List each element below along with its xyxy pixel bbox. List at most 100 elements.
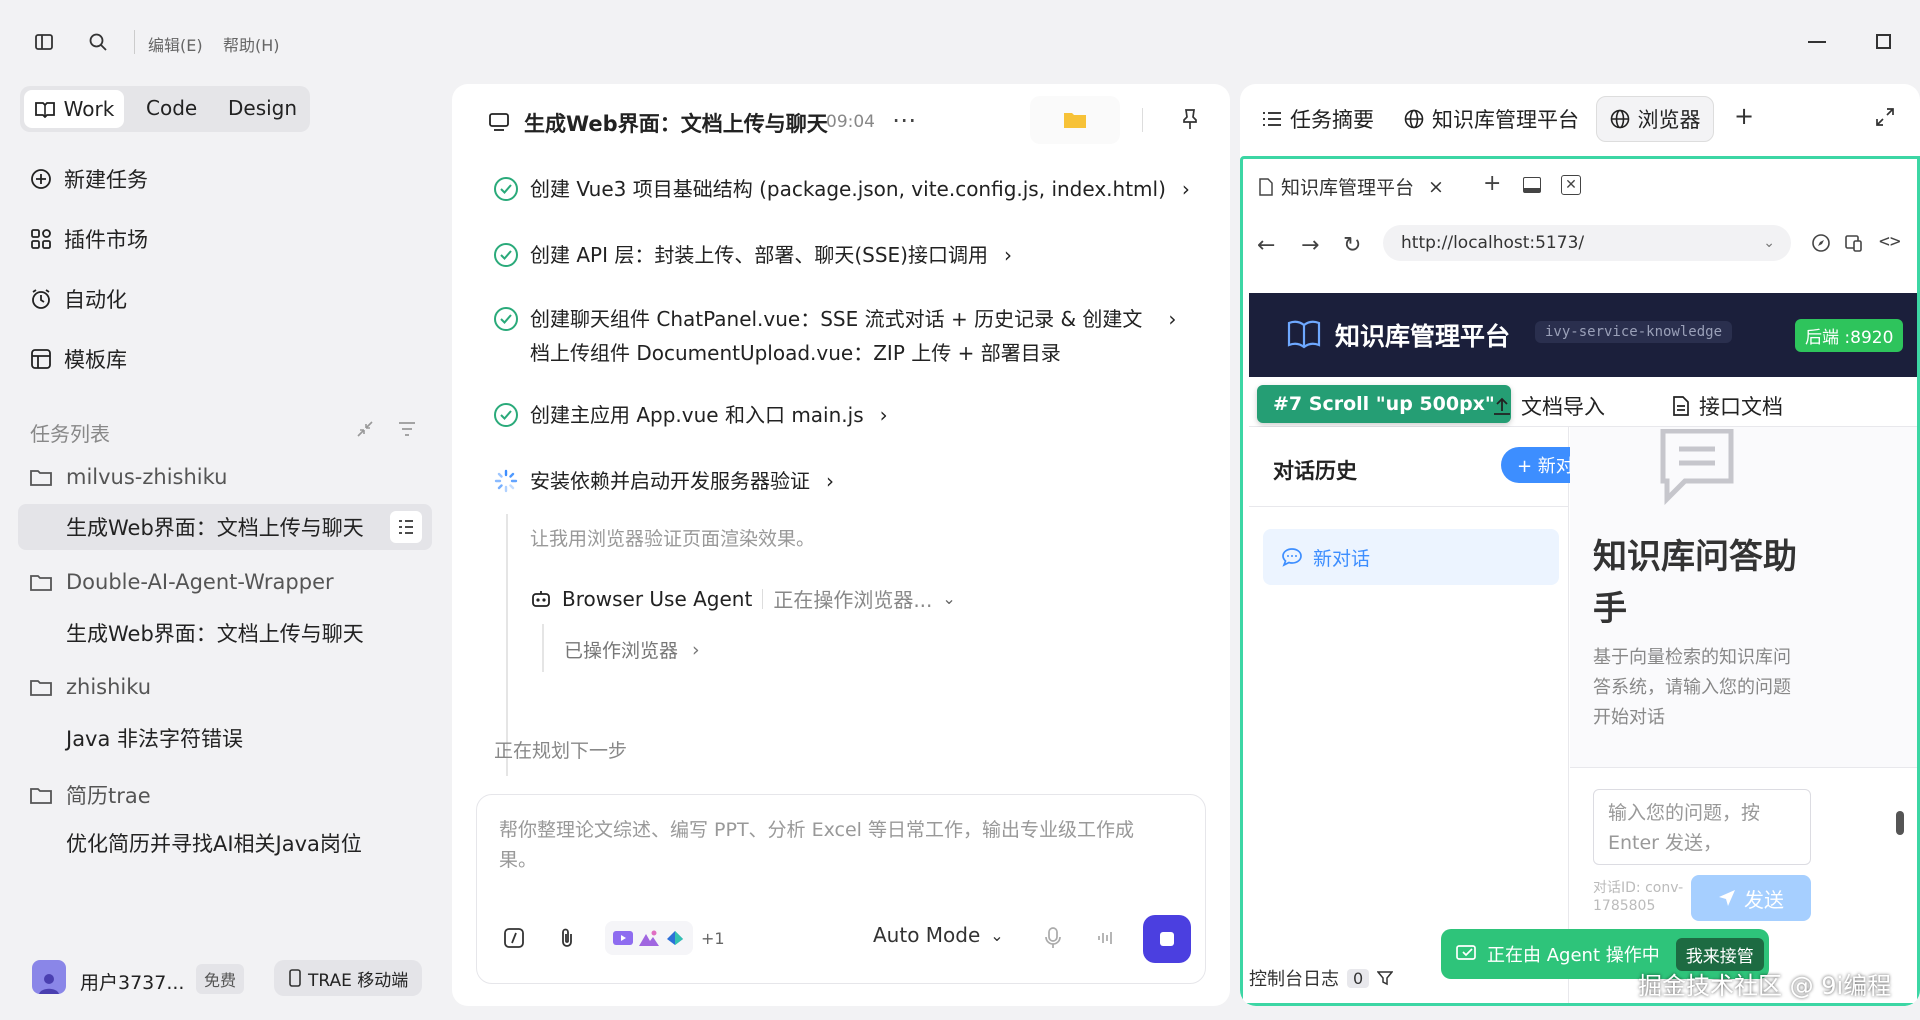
agent-screen-icon xyxy=(1455,944,1477,964)
chevron-right-icon: › xyxy=(692,638,700,661)
forward-icon[interactable]: → xyxy=(1301,233,1319,258)
book-icon xyxy=(34,100,56,118)
new-tab-icon[interactable]: + xyxy=(1483,171,1501,196)
expand-icon[interactable] xyxy=(1876,108,1894,126)
step-item[interactable]: 创建 Vue3 项目基础结构 (package.json, vite.confi… xyxy=(494,172,1190,206)
globe-icon xyxy=(1404,109,1424,129)
tab-layout-icon[interactable] xyxy=(1523,177,1541,193)
send-button[interactable]: 发送 xyxy=(1691,875,1811,921)
agent-row[interactable]: Browser Use Agent 正在操作浏览器... ⌄ xyxy=(530,584,956,613)
folder-item[interactable]: Double-AI-Agent-Wrapper xyxy=(30,570,334,594)
task-outline-icon[interactable] xyxy=(390,511,422,543)
mode-select[interactable]: Auto Mode ⌄ xyxy=(873,923,1004,947)
task-item-active[interactable]: 生成Web界面：文档上传与聊天 xyxy=(18,504,432,550)
check-circle-icon xyxy=(494,403,518,427)
template-library-item[interactable]: 模板库 xyxy=(30,344,127,374)
embedded-browser: 知识库管理平台 × + ✕ ← → ↻ http://localhost:517… xyxy=(1240,156,1920,1006)
document-icon xyxy=(1673,396,1689,416)
chevron-right-icon: › xyxy=(1181,177,1190,201)
add-tab-icon[interactable]: + xyxy=(1734,102,1754,130)
menu-divider xyxy=(134,30,135,54)
agent-done-row[interactable]: 已操作浏览器 › xyxy=(564,636,700,663)
browser-tab[interactable]: 知识库管理平台 × xyxy=(1259,173,1444,200)
mode-code-tab[interactable]: Code xyxy=(146,96,197,120)
tools-more-count[interactable]: +1 xyxy=(701,929,725,948)
search-icon[interactable] xyxy=(88,32,108,52)
compass-icon[interactable] xyxy=(1811,233,1831,253)
upload-icon xyxy=(1493,397,1511,415)
automation-item[interactable]: 自动化 xyxy=(30,284,127,314)
tab-close-all-icon[interactable]: ✕ xyxy=(1561,175,1581,195)
tools-group[interactable] xyxy=(605,921,693,955)
agent-thread-line xyxy=(542,624,544,672)
plugin-market-item[interactable]: 插件市场 xyxy=(30,224,148,254)
stop-button[interactable] xyxy=(1143,915,1191,963)
console-log[interactable]: 控制台日志 0 xyxy=(1249,965,1394,991)
task-item[interactable]: Java 非法字符错误 xyxy=(18,715,432,761)
collapse-icon[interactable] xyxy=(354,418,376,440)
voice-wave-icon[interactable] xyxy=(1097,929,1115,947)
pin-icon[interactable] xyxy=(1180,108,1200,130)
mode-design-tab[interactable]: Design xyxy=(228,96,297,120)
step-item-running[interactable]: 安装依赖并启动开发服务器验证 › xyxy=(494,464,834,498)
new-task-item[interactable]: 新建任务 xyxy=(30,164,148,194)
avatar[interactable] xyxy=(32,960,66,994)
folder-item[interactable]: zhishiku xyxy=(30,675,151,699)
mode-work-tab[interactable]: Work xyxy=(24,90,124,128)
question-input[interactable]: 输入您的问题，按 Enter 发送， xyxy=(1593,789,1811,865)
history-title: 对话历史 xyxy=(1273,459,1357,483)
folder-icon xyxy=(30,678,52,696)
chat-input-box: 帮你整理论文综述、编写 PPT、分析 Excel 等日常工作，输出专业级工作成果… xyxy=(476,794,1206,984)
app-title: 知识库管理平台 xyxy=(1335,322,1511,351)
chat-title: 生成Web界面：文档上传与聊天 xyxy=(524,112,828,136)
history-item[interactable]: 新对话 xyxy=(1263,529,1559,585)
minimize-icon[interactable] xyxy=(1808,41,1826,43)
phone-icon xyxy=(288,969,302,987)
preview-panel: 任务摘要 知识库管理平台 浏览器 + 知识库管理平台 × + ✕ ← → ↻ h… xyxy=(1240,84,1920,1006)
sidebar-toggle-icon[interactable] xyxy=(34,32,54,52)
chat-title-icon xyxy=(488,112,510,132)
address-bar[interactable]: http://localhost:5173/ ⌄ xyxy=(1383,225,1791,261)
task-item[interactable]: 生成Web界面：文档上传与聊天 xyxy=(18,610,432,656)
folder-icon xyxy=(30,573,52,591)
filter-icon[interactable] xyxy=(1377,970,1394,986)
folder-item[interactable]: milvus-zhishiku xyxy=(30,465,227,489)
step-item[interactable]: 创建主应用 App.vue 和入口 main.js › xyxy=(494,398,888,432)
close-tab-icon[interactable]: × xyxy=(1428,176,1444,198)
step-item[interactable]: 创建 API 层：封装上传、部署、聊天(SSE)接口调用 › xyxy=(494,238,1012,272)
more-icon[interactable]: ⋯ xyxy=(892,106,916,134)
filter-icon[interactable] xyxy=(396,418,418,440)
reload-icon[interactable]: ↻ xyxy=(1343,233,1361,258)
book-open-icon xyxy=(1287,319,1321,349)
back-icon[interactable]: ← xyxy=(1257,233,1275,258)
sub-note: 让我用浏览器验证页面渲染效果。 xyxy=(530,528,816,550)
folder-button[interactable] xyxy=(1030,96,1120,144)
nav-import[interactable]: 文档导入 xyxy=(1493,391,1605,421)
hero-title: 知识库问答助 手 xyxy=(1593,537,1797,629)
user-name[interactable]: 用户3737... xyxy=(80,968,184,995)
template-icon xyxy=(30,348,52,370)
chat-input[interactable]: 帮你整理论文综述、编写 PPT、分析 Excel 等日常工作，输出专业级工作成果… xyxy=(499,815,1159,875)
nav-api-docs[interactable]: 接口文档 xyxy=(1673,391,1783,421)
task-item[interactable]: 优化简历并寻找AI相关Java岗位 xyxy=(18,820,432,866)
folder-item[interactable]: 简历trae xyxy=(30,780,151,810)
device-icon[interactable] xyxy=(1843,233,1863,253)
mobile-button[interactable]: TRAE 移动端 xyxy=(274,960,423,996)
menu-edit[interactable]: 编辑(E) xyxy=(148,32,203,56)
scrollbar[interactable] xyxy=(1894,789,1906,865)
stop-icon xyxy=(1160,932,1174,946)
tab-browser[interactable]: 浏览器 xyxy=(1596,96,1714,142)
attach-icon[interactable] xyxy=(557,927,577,949)
tab-knowledge-platform[interactable]: 知识库管理平台 xyxy=(1404,104,1579,134)
alarm-clock-icon xyxy=(30,288,52,310)
chevron-down-icon: ⌄ xyxy=(990,925,1004,945)
tab-summary[interactable]: 任务摘要 xyxy=(1262,104,1374,134)
slash-command-icon[interactable] xyxy=(503,927,525,949)
maximize-icon[interactable] xyxy=(1876,34,1891,49)
step-item[interactable]: 创建聊天组件 ChatPanel.vue：SSE 流式对话 + 历史记录 & 创… xyxy=(494,302,1194,370)
conversation-id: 对话ID: conv- 1785805 xyxy=(1593,880,1684,914)
devtools-icon[interactable]: <> xyxy=(1879,231,1901,252)
menu-help[interactable]: 帮助(H) xyxy=(223,32,280,56)
microphone-icon[interactable] xyxy=(1045,927,1061,949)
console-count: 0 xyxy=(1347,968,1370,988)
